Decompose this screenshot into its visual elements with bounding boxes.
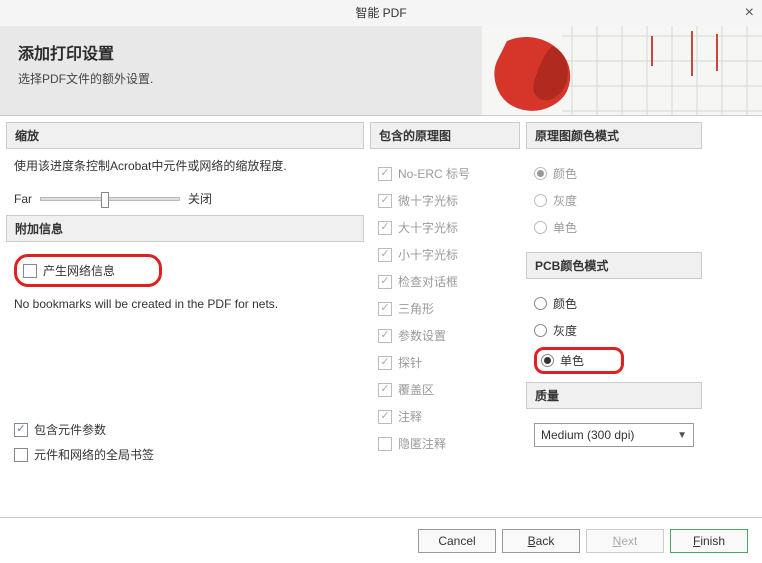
inc-checkbox-checkbox — [378, 275, 392, 289]
pcb-mono-radio[interactable] — [541, 354, 554, 367]
inc-thin-cross-label: 微十字光标 — [398, 192, 458, 209]
header-graphic-icon — [482, 26, 762, 116]
header-subtitle: 选择PDF文件的额外设置. — [18, 70, 153, 87]
pcb-colors-heading: PCB颜色模式 — [526, 252, 702, 279]
zoom-slider[interactable] — [40, 197, 180, 201]
zoom-close-label: 关闭 — [188, 190, 212, 207]
global-bookmarks-checkbox[interactable] — [14, 448, 28, 462]
pcb-gray-radio[interactable] — [534, 324, 547, 337]
sch-mono-label: 单色 — [553, 219, 577, 236]
sch-colors-heading: 原理图颜色模式 — [526, 122, 702, 149]
inc-thin-cross-checkbox — [378, 194, 392, 208]
pcb-gray-label: 灰度 — [553, 322, 577, 339]
header-title: 添加打印设置 — [18, 40, 153, 64]
pcb-mono-highlight: 单色 — [534, 347, 624, 374]
pcb-color-radio[interactable] — [534, 297, 547, 310]
inc-blankets-checkbox — [378, 383, 392, 397]
zoom-far-label: Far — [14, 192, 32, 206]
include-params-checkbox[interactable] — [14, 423, 28, 437]
inc-probes-checkbox — [378, 356, 392, 370]
inc-params-label: 参数设置 — [398, 327, 446, 344]
inc-large-cross-label: 大十字光标 — [398, 219, 458, 236]
dialog-header: 添加打印设置 选择PDF文件的额外设置. — [0, 26, 762, 116]
inc-notes-label: 注释 — [398, 408, 422, 425]
inc-small-cross-checkbox — [378, 248, 392, 262]
inc-small-cross-label: 小十字光标 — [398, 246, 458, 263]
gen-nets-checkbox[interactable] — [23, 264, 37, 278]
inc-noerc-checkbox — [378, 167, 392, 181]
inc-params-checkbox — [378, 329, 392, 343]
back-button[interactable]: Back — [502, 529, 580, 553]
zoom-heading: 缩放 — [6, 122, 364, 149]
gen-nets-label: 产生网络信息 — [43, 262, 115, 279]
inc-triangle-checkbox — [378, 302, 392, 316]
zoom-desc: 使用该进度条控制Acrobat中元件或网络的缩放程度. — [14, 157, 356, 176]
inc-collapsed-notes-checkbox — [378, 437, 392, 451]
sch-mono-radio — [534, 221, 547, 234]
sch-color-label: 颜色 — [553, 165, 577, 182]
dialog-footer: Cancel Back Next Finish — [0, 517, 762, 563]
quality-value: Medium (300 dpi) — [541, 428, 634, 442]
inc-large-cross-checkbox — [378, 221, 392, 235]
titlebar: 智能 PDF × — [0, 0, 762, 26]
window-title: 智能 PDF — [355, 6, 406, 20]
zoom-slider-thumb[interactable] — [101, 192, 109, 208]
global-bookmarks-label: 元件和网络的全局书签 — [34, 446, 154, 463]
sch-color-radio — [534, 167, 547, 180]
inc-triangle-label: 三角形 — [398, 300, 434, 317]
sch-gray-label: 灰度 — [553, 192, 577, 209]
sch-gray-radio — [534, 194, 547, 207]
quality-heading: 质量 — [526, 382, 702, 409]
next-button: Next — [586, 529, 664, 553]
inc-blankets-label: 覆盖区 — [398, 381, 434, 398]
pcb-color-label: 颜色 — [553, 295, 577, 312]
inc-probes-label: 探针 — [398, 354, 422, 371]
gen-nets-highlight: 产生网络信息 — [14, 254, 162, 287]
inc-noerc-label: No-ERC 标号 — [398, 165, 470, 182]
include-heading: 包含的原理图 — [370, 122, 520, 149]
inc-notes-checkbox — [378, 410, 392, 424]
finish-button[interactable]: Finish — [670, 529, 748, 553]
pcb-mono-label: 单色 — [560, 352, 584, 369]
gen-nets-note: No bookmarks will be created in the PDF … — [14, 297, 356, 311]
close-icon[interactable]: × — [745, 0, 754, 26]
quality-dropdown[interactable]: Medium (300 dpi) ▼ — [534, 423, 694, 447]
cancel-button[interactable]: Cancel — [418, 529, 496, 553]
chevron-down-icon: ▼ — [677, 430, 687, 441]
include-params-label: 包含元件参数 — [34, 421, 106, 438]
inc-checkbox-label: 检查对话框 — [398, 273, 458, 290]
inc-collapsed-notes-label: 隐匿注释 — [398, 435, 446, 452]
addl-heading: 附加信息 — [6, 215, 364, 242]
